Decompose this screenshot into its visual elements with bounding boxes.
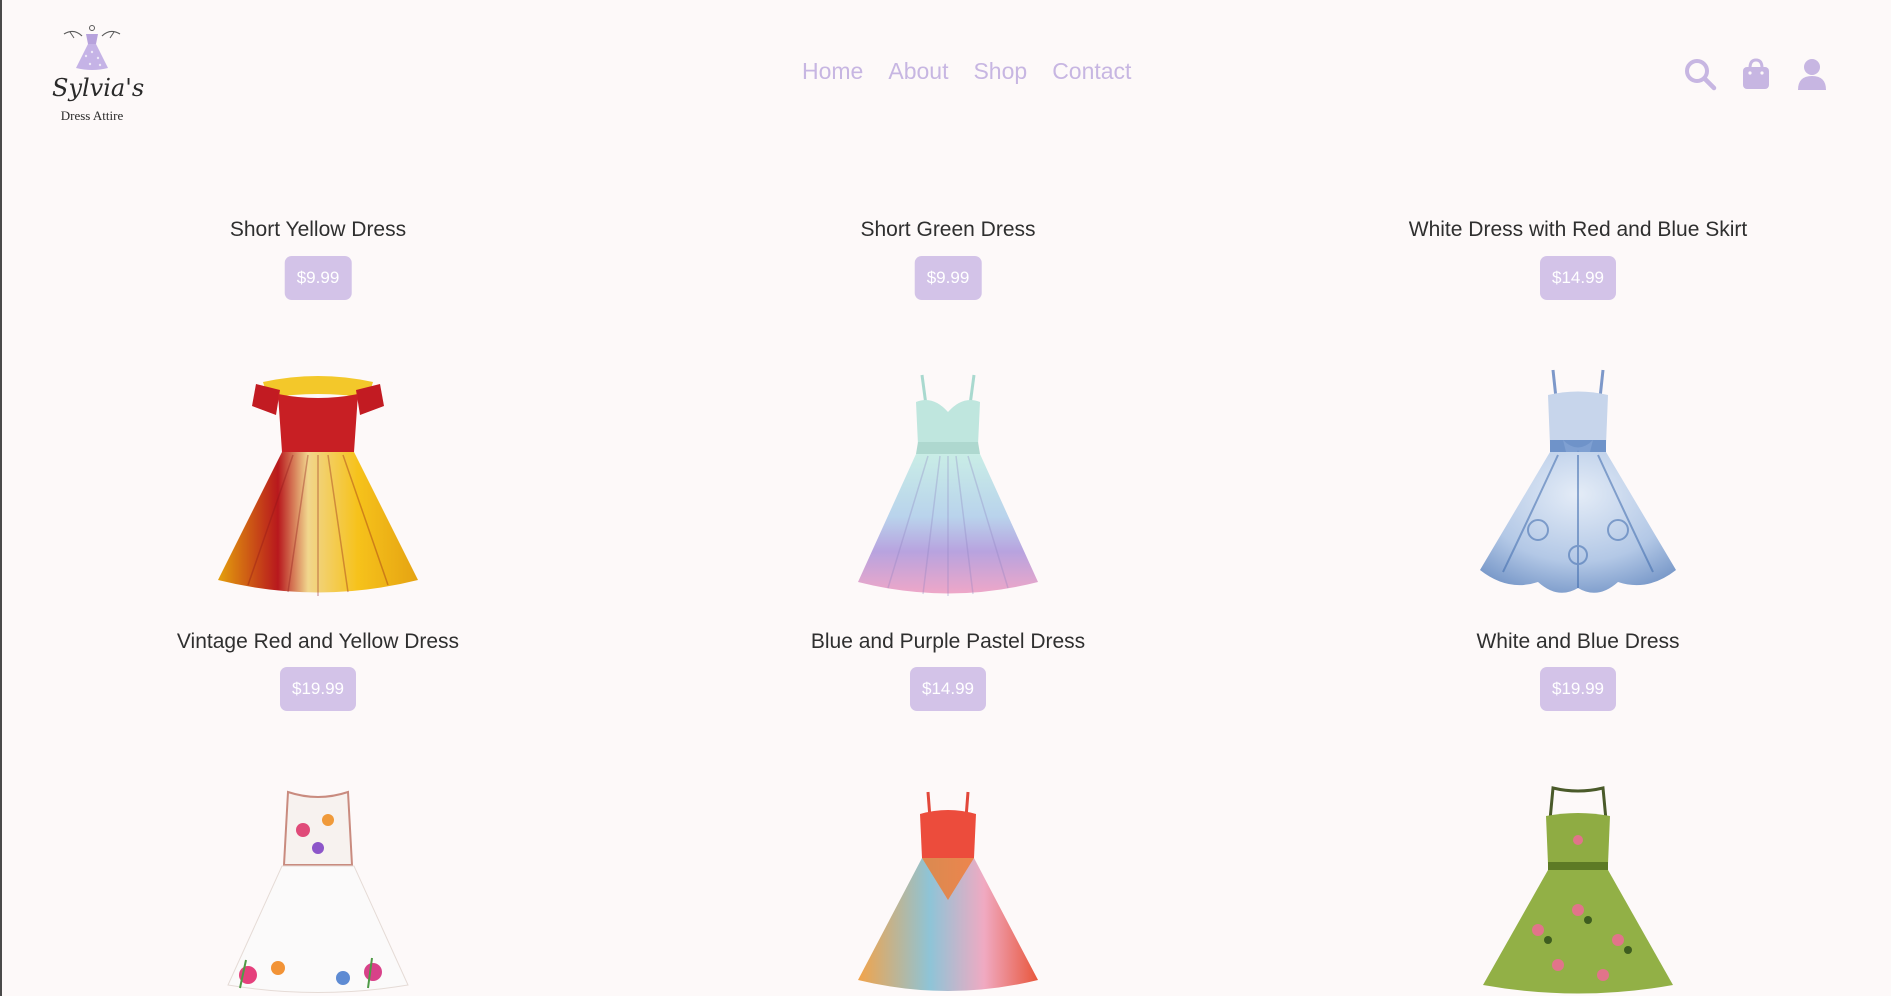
- product-image[interactable]: [168, 780, 468, 996]
- price-button[interactable]: $14.99: [910, 667, 986, 711]
- price-button[interactable]: $19.99: [280, 667, 356, 711]
- product-image[interactable]: [1428, 780, 1728, 996]
- dress-logo-icon: [63, 25, 121, 70]
- product-name[interactable]: White Dress with Red and Blue Skirt: [1328, 218, 1828, 242]
- price-button[interactable]: $19.99: [1540, 667, 1616, 711]
- site-header: Sylvia's Dress Attire Home About Shop Co…: [2, 0, 1891, 154]
- product-name[interactable]: Short Green Dress: [698, 218, 1198, 242]
- product-image[interactable]: [168, 360, 468, 610]
- search-icon[interactable]: [1682, 56, 1718, 92]
- header-actions: [1682, 56, 1830, 92]
- nav-about[interactable]: About: [888, 58, 948, 90]
- brand-logo[interactable]: Sylvia's Dress Attire: [52, 24, 145, 130]
- nav-shop[interactable]: Shop: [973, 58, 1027, 90]
- price-button[interactable]: $9.99: [284, 256, 352, 300]
- product-image[interactable]: [798, 360, 1098, 610]
- price-button[interactable]: $14.99: [1540, 256, 1616, 300]
- brand-tagline: Dress Attire: [60, 108, 124, 123]
- shop-page: Short Yellow Dress $9.99 Short Green Dre…: [0, 0, 1891, 996]
- user-icon[interactable]: [1794, 56, 1830, 92]
- nav-home[interactable]: Home: [802, 58, 863, 90]
- price-button[interactable]: $9.99: [914, 256, 982, 300]
- product-image[interactable]: [798, 780, 1098, 996]
- nav-contact[interactable]: Contact: [1052, 58, 1131, 90]
- product-name[interactable]: Short Yellow Dress: [68, 218, 568, 242]
- main-nav: Home About Shop Contact: [802, 58, 1131, 90]
- shopping-bag-icon[interactable]: [1738, 56, 1774, 92]
- product-name[interactable]: White and Blue Dress: [1328, 630, 1828, 654]
- product-name[interactable]: Vintage Red and Yellow Dress: [68, 630, 568, 654]
- product-name[interactable]: Blue and Purple Pastel Dress: [698, 630, 1198, 654]
- product-image[interactable]: [1428, 360, 1728, 610]
- brand-name: Sylvia's: [52, 74, 145, 102]
